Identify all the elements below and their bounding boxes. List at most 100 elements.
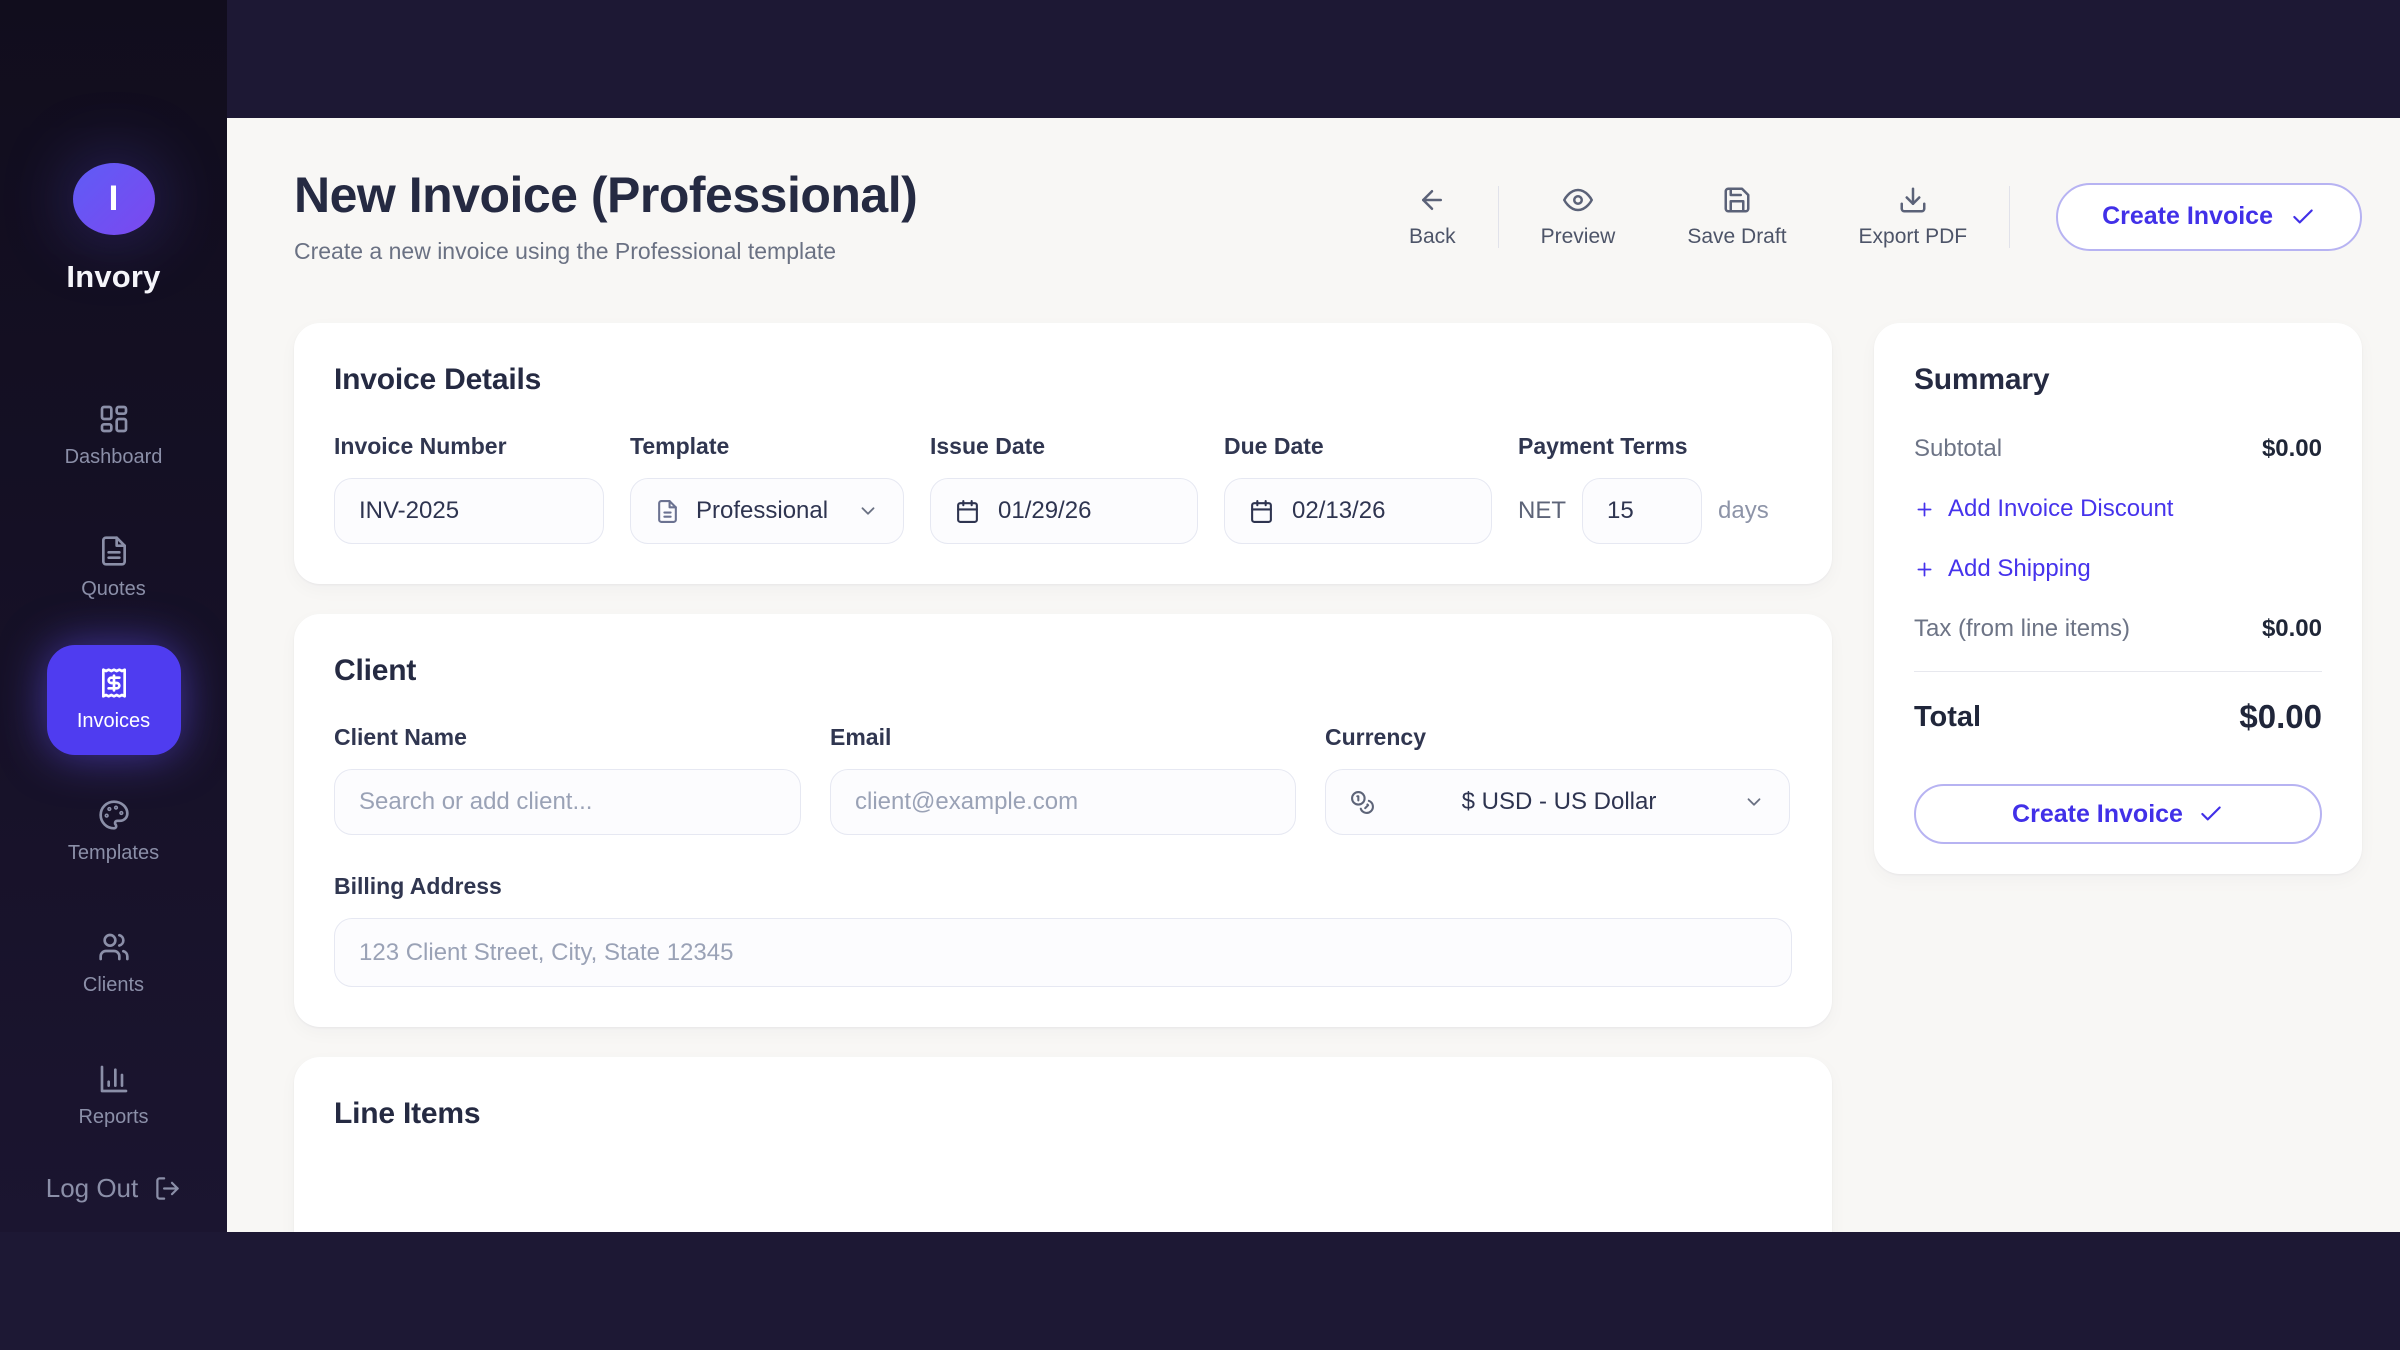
due-date-field: Due Date 02/13/26 [1224, 433, 1492, 544]
client-fields: Client Name Email Currency $ USD [334, 724, 1792, 835]
palette-icon [98, 799, 130, 831]
client-title: Client [334, 654, 1792, 688]
issue-date-label: Issue Date [930, 433, 1198, 460]
payment-terms-input[interactable] [1582, 478, 1702, 544]
email-input[interactable] [830, 769, 1296, 835]
sidebar-nav: Dashboard Quotes Invoices Templates Clie… [47, 381, 181, 1173]
back-button[interactable]: Back [1409, 185, 1456, 249]
template-field: Template Professional [630, 433, 904, 544]
back-label: Back [1409, 225, 1456, 249]
logout-label: Log Out [46, 1173, 139, 1204]
sidebar-item-label: Quotes [81, 578, 145, 601]
create-invoice-label: Create Invoice [2102, 202, 2273, 231]
total-value: $0.00 [2239, 698, 2322, 736]
template-label: Template [630, 433, 904, 460]
email-field: Email [830, 724, 1296, 835]
client-name-input[interactable] [334, 769, 801, 835]
billing-address-label: Billing Address [334, 873, 1792, 900]
content-columns: Invoice Details Invoice Number Template … [294, 323, 2362, 1232]
toolbar-divider [1498, 186, 1499, 248]
sidebar-item-label: Templates [68, 842, 159, 865]
page-header-text: New Invoice (Professional) Create a new … [294, 168, 917, 265]
issue-date-field: Issue Date 01/29/26 [930, 433, 1198, 544]
toolbar-divider [2009, 186, 2010, 248]
dashboard-icon [98, 403, 130, 435]
check-icon [2290, 204, 2316, 230]
currency-field: Currency $ USD - US Dollar [1325, 724, 1790, 835]
summary-card: Summary Subtotal $0.00 Add Invoice Disco… [1874, 323, 2362, 874]
coins-icon [1350, 790, 1375, 815]
currency-value: $ USD - US Dollar [1375, 788, 1743, 816]
client-name-label: Client Name [334, 724, 801, 751]
template-value: Professional [696, 497, 828, 525]
invoice-number-input[interactable] [334, 478, 604, 544]
preview-label: Preview [1541, 225, 1616, 249]
due-date-label: Due Date [1224, 433, 1492, 460]
add-shipping-label: Add Shipping [1948, 555, 2091, 583]
currency-select[interactable]: $ USD - US Dollar [1325, 769, 1790, 835]
summary-title: Summary [1914, 363, 2322, 397]
issue-date-value: 01/29/26 [998, 497, 1091, 525]
subtotal-value: $0.00 [2262, 435, 2322, 463]
subtotal-label: Subtotal [1914, 435, 2002, 463]
total-row: Total $0.00 [1914, 698, 2322, 736]
sidebar-item-label: Dashboard [65, 446, 163, 469]
app-logo-letter: I [109, 179, 119, 219]
preview-button[interactable]: Preview [1541, 185, 1616, 249]
invoice-details-fields: Invoice Number Template Professional [334, 433, 1792, 544]
plus-icon [1914, 499, 1935, 520]
create-invoice-button-summary[interactable]: Create Invoice [1914, 784, 2322, 844]
sidebar-item-quotes[interactable]: Quotes [47, 513, 181, 623]
save-icon [1722, 185, 1752, 215]
logout-button[interactable]: Log Out [46, 1173, 182, 1204]
due-date-input[interactable]: 02/13/26 [1224, 478, 1492, 544]
due-date-value: 02/13/26 [1292, 497, 1385, 525]
app-name: Invory [66, 259, 160, 295]
sidebar-item-reports[interactable]: Reports [47, 1041, 181, 1151]
export-pdf-button[interactable]: Export PDF [1859, 185, 1968, 249]
export-pdf-label: Export PDF [1859, 225, 1968, 249]
save-draft-label: Save Draft [1687, 225, 1786, 249]
issue-date-input[interactable]: 01/29/26 [930, 478, 1198, 544]
sidebar-item-dashboard[interactable]: Dashboard [47, 381, 181, 491]
form-column: Invoice Details Invoice Number Template … [294, 323, 1832, 1232]
tax-row: Tax (from line items) $0.00 [1914, 615, 2322, 643]
line-items-card: Line Items [294, 1057, 1832, 1232]
subtotal-row: Subtotal $0.00 [1914, 435, 2322, 463]
client-card: Client Client Name Email Currency [294, 614, 1832, 1027]
bar-chart-icon [98, 1063, 130, 1095]
chevron-down-icon [857, 500, 879, 522]
chevron-down-icon [1743, 791, 1765, 813]
summary-column: Summary Subtotal $0.00 Add Invoice Disco… [1874, 323, 2362, 1232]
sidebar-item-clients[interactable]: Clients [47, 909, 181, 1019]
billing-address-input[interactable] [334, 918, 1792, 987]
calendar-icon [955, 499, 980, 524]
sidebar-item-label: Clients [83, 974, 144, 997]
client-name-field: Client Name [334, 724, 801, 835]
save-draft-button[interactable]: Save Draft [1687, 185, 1786, 249]
create-invoice-label: Create Invoice [2012, 800, 2183, 829]
sidebar-item-label: Invoices [77, 710, 150, 733]
add-discount-label: Add Invoice Discount [1948, 495, 2173, 523]
receipt-icon [98, 667, 130, 699]
invoice-number-field: Invoice Number [334, 433, 604, 544]
file-text-icon [655, 499, 680, 524]
download-icon [1898, 185, 1928, 215]
template-select[interactable]: Professional [630, 478, 904, 544]
users-icon [98, 931, 130, 963]
payment-terms-group: NET days [1518, 478, 1769, 544]
sidebar-item-templates[interactable]: Templates [47, 777, 181, 887]
page-header: New Invoice (Professional) Create a new … [294, 168, 2362, 265]
add-discount-link[interactable]: Add Invoice Discount [1914, 495, 2322, 523]
sidebar: I Invory Dashboard Quotes Invoices Templ [0, 0, 227, 1232]
quote-document-icon [98, 535, 130, 567]
invoice-details-card: Invoice Details Invoice Number Template … [294, 323, 1832, 584]
sidebar-item-label: Reports [78, 1106, 148, 1129]
eye-icon [1563, 185, 1593, 215]
create-invoice-button-header[interactable]: Create Invoice [2056, 183, 2362, 251]
line-items-title: Line Items [334, 1097, 1792, 1131]
add-shipping-link[interactable]: Add Shipping [1914, 555, 2322, 583]
days-suffix: days [1718, 497, 1769, 525]
sidebar-item-invoices[interactable]: Invoices [47, 645, 181, 755]
payment-terms-label: Payment Terms [1518, 433, 1769, 460]
